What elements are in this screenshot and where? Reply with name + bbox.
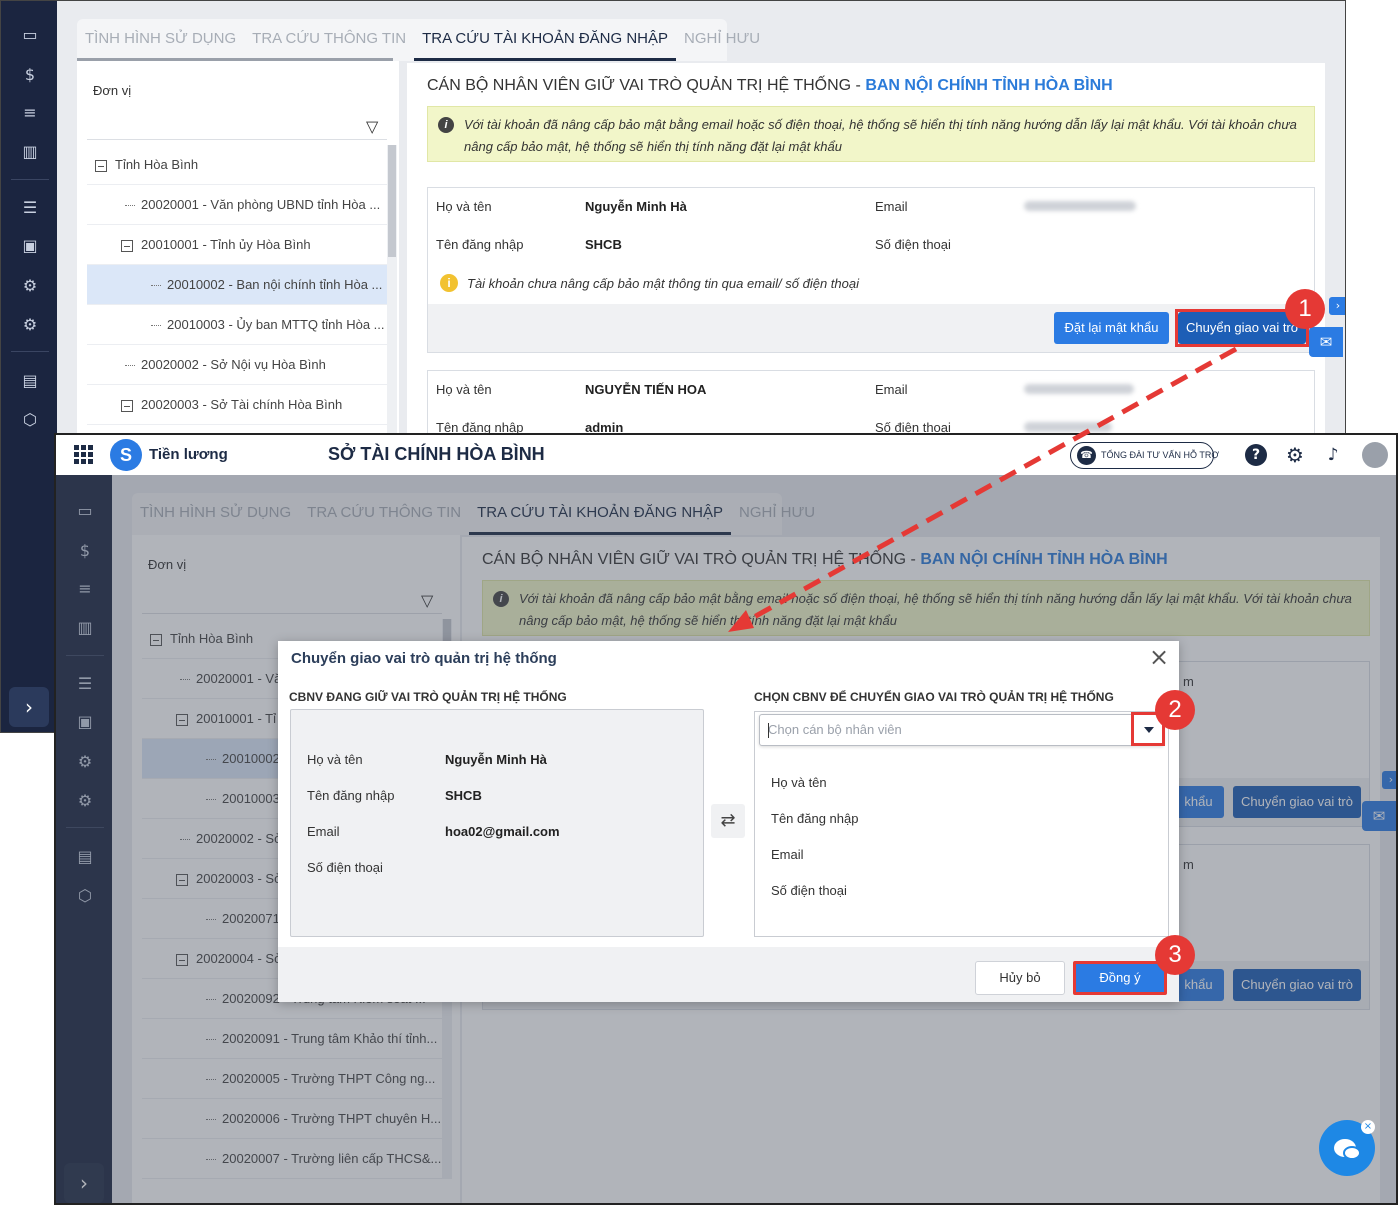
step-1-badge: 1 [1285, 289, 1325, 329]
step-3-badge: 3 [1155, 935, 1195, 975]
annotation-overlay [728, 346, 1238, 632]
arrow-head [728, 610, 754, 632]
dashed-arrow-line [743, 346, 1238, 625]
step-2-badge: 2 [1155, 690, 1195, 730]
